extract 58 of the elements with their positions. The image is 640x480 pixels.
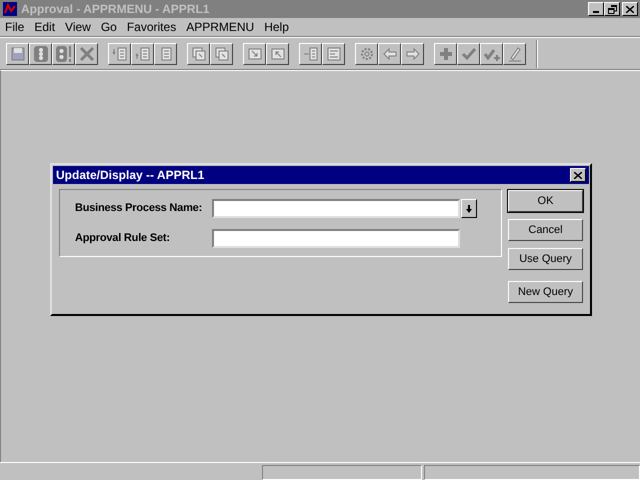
save-icon [8, 44, 26, 62]
window-title: Approval - APPRMENU - APPRL1 [21, 1, 210, 18]
windows-icon [190, 44, 208, 62]
close-icon [574, 172, 582, 178]
menu-item[interactable]: View [65, 18, 91, 36]
menu-item[interactable]: Go [100, 18, 117, 36]
toolbar-button[interactable] [243, 42, 266, 64]
toolbar-button[interactable] [503, 42, 526, 64]
list-icon [134, 44, 152, 62]
toolbar-button[interactable] [457, 42, 480, 64]
menu-item[interactable]: Favorites [126, 18, 176, 36]
menu-item[interactable]: Help [264, 18, 289, 36]
traffic-light-icon [54, 44, 72, 62]
restore-button[interactable] [604, 2, 620, 16]
dialog-button[interactable]: New Query [508, 281, 583, 303]
toolbar-button[interactable] [355, 42, 378, 64]
menu-item[interactable]: File [5, 18, 24, 36]
close-icon [626, 6, 634, 12]
dialog-button[interactable]: OK [508, 190, 583, 212]
toolbar-button[interactable] [378, 42, 401, 64]
minimize-button[interactable] [588, 2, 604, 16]
toolbar-button[interactable] [480, 42, 503, 64]
input-field[interactable] [212, 229, 460, 248]
toolbar-button[interactable] [210, 42, 233, 64]
toolbar-button[interactable] [401, 42, 424, 64]
windows-icon [212, 44, 230, 62]
menu-item[interactable]: APPRMENU [186, 18, 254, 36]
toolbar-button[interactable] [266, 42, 289, 64]
toolbar-button[interactable] [29, 42, 52, 64]
toolbar-button[interactable] [75, 42, 98, 64]
toolbar-button[interactable] [6, 42, 29, 64]
app-icon[interactable] [2, 1, 18, 17]
list-icon [110, 44, 128, 62]
toolbar-button[interactable] [154, 42, 177, 64]
dialog-button[interactable]: Cancel [508, 219, 583, 241]
menu-item[interactable]: Edit [34, 18, 56, 36]
form-icon [324, 44, 342, 62]
restore-icon [608, 4, 616, 14]
toolbar-button[interactable] [52, 42, 75, 64]
dialog-title: Update/Display -- APPRL1 [56, 167, 204, 184]
traffic-light-icon [32, 44, 50, 62]
toolbar-button[interactable] [187, 42, 210, 64]
toolbar-button[interactable] [299, 42, 322, 64]
toolbar-button[interactable] [434, 42, 457, 64]
down-arrow-icon [466, 204, 472, 212]
close-button[interactable] [622, 2, 638, 16]
field-label: Approval Rule Set: [74, 231, 171, 246]
minimize-icon [593, 11, 599, 13]
toolbar-button[interactable] [322, 42, 345, 64]
dropdown-field[interactable] [212, 199, 460, 218]
toolbar-button[interactable] [108, 42, 131, 64]
list-icon [302, 44, 320, 62]
field-label: Business Process Name: [74, 201, 204, 216]
close-button[interactable] [570, 168, 586, 182]
dialog-button[interactable]: Use Query [508, 248, 583, 270]
toolbar-button[interactable] [131, 42, 154, 64]
dropdown-button[interactable] [461, 199, 477, 218]
cross-icon [78, 44, 96, 62]
